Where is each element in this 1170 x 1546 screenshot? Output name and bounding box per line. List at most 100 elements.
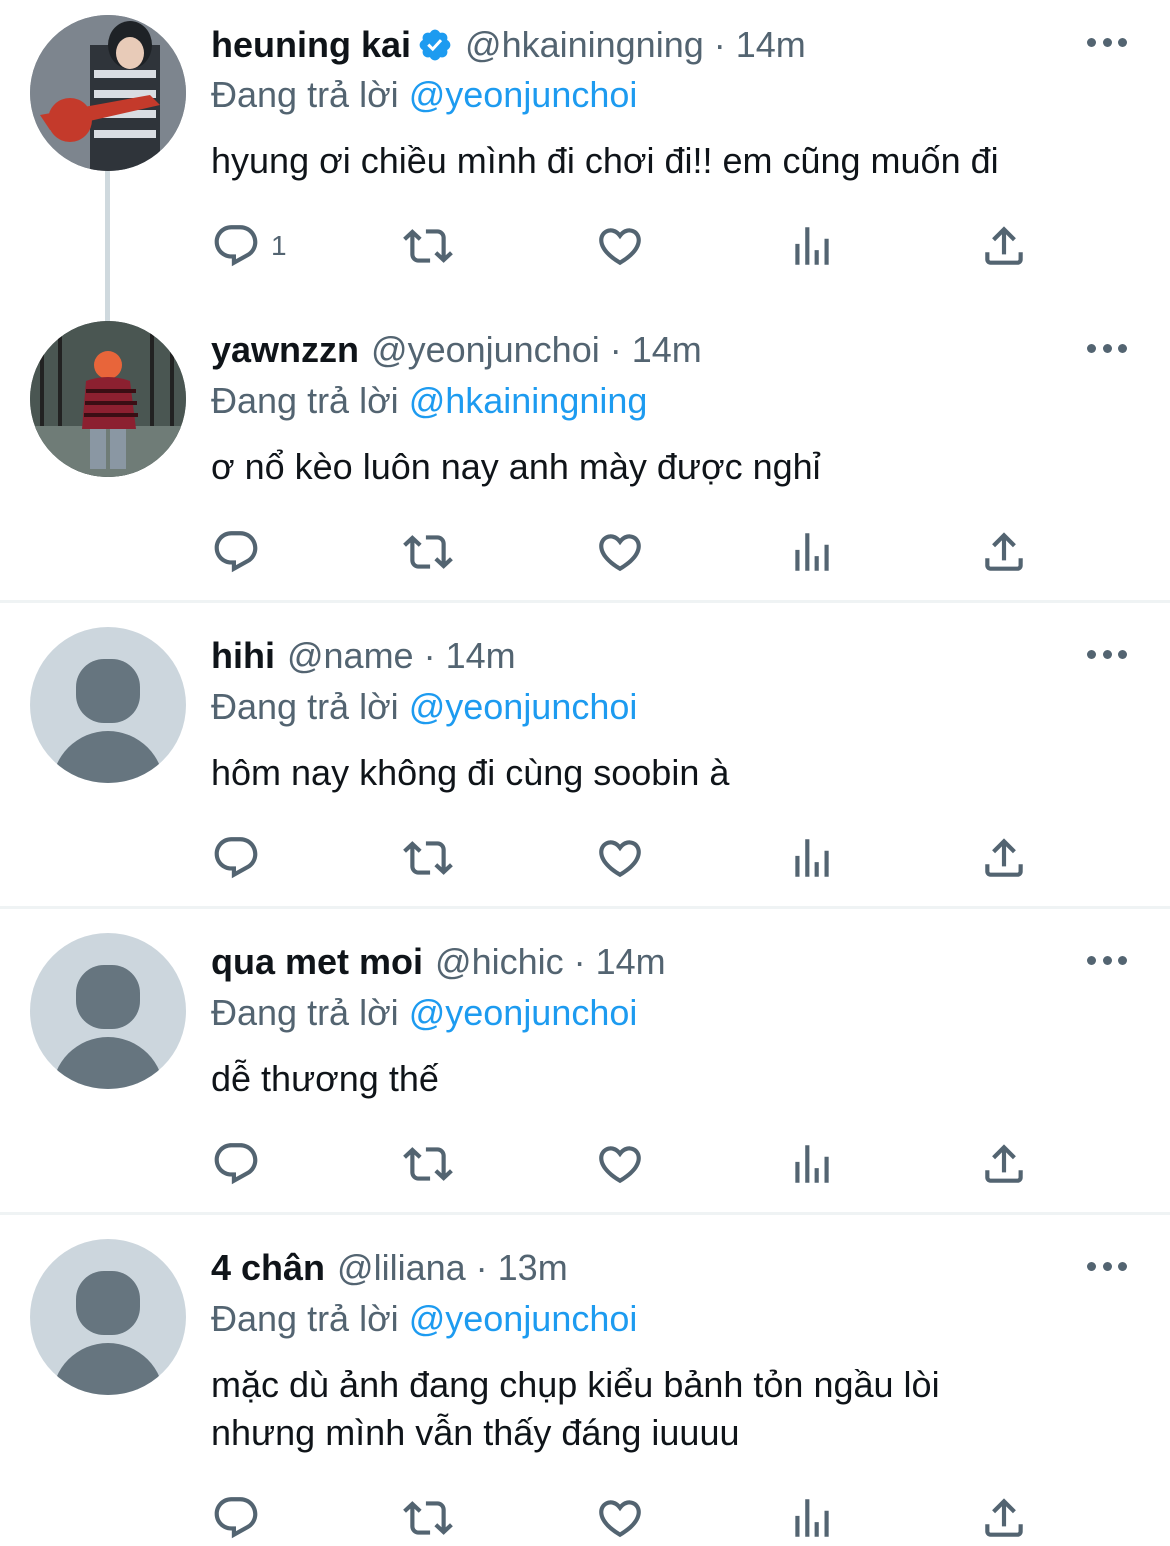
action-bar	[211, 830, 1041, 886]
tweet[interactable]: hihi @name · 14m Đang trả lời @yeonjunch…	[0, 606, 1170, 906]
like-icon	[595, 527, 645, 577]
reply-button[interactable]	[211, 1490, 261, 1546]
tweet[interactable]: yawnzzn @yeonjunchoi · 14m Đang trả lời …	[0, 306, 1170, 600]
retweet-button[interactable]	[403, 524, 453, 580]
more-icon[interactable]	[1087, 648, 1127, 660]
reply-button[interactable]: 1	[211, 218, 287, 274]
reply-mention-link[interactable]: @yeonjunchoi	[409, 74, 638, 115]
like-icon	[595, 221, 645, 271]
display-name[interactable]: heuning kai	[211, 24, 411, 66]
tweet[interactable]: 4 chân @liliana · 13m Đang trả lời @yeon…	[0, 1218, 1170, 1546]
analytics-button[interactable]	[787, 830, 837, 886]
like-button[interactable]	[595, 218, 645, 274]
action-bar	[211, 1136, 1041, 1192]
analytics-button[interactable]	[787, 524, 837, 580]
timestamp[interactable]: 14m	[596, 941, 666, 983]
action-bar	[211, 524, 1041, 580]
replying-to: Đang trả lời @yeonjunchoi	[211, 74, 637, 116]
timestamp[interactable]: 14m	[632, 329, 702, 371]
replying-to: Đang trả lời @yeonjunchoi	[211, 686, 637, 728]
share-button[interactable]	[979, 830, 1029, 886]
share-button[interactable]	[979, 218, 1029, 274]
reply-prefix: Đang trả lời	[211, 1298, 399, 1339]
retweet-icon	[403, 221, 453, 271]
default-avatar[interactable]	[30, 627, 186, 783]
reply-button[interactable]	[211, 830, 261, 886]
profile-photo	[30, 321, 186, 477]
reply-mention-link[interactable]: @hkainingning	[409, 380, 648, 421]
retweet-icon	[403, 527, 453, 577]
display-name[interactable]: qua met moi	[211, 941, 423, 983]
reply-mention-link[interactable]: @yeonjunchoi	[409, 1298, 638, 1339]
retweet-button[interactable]	[403, 218, 453, 274]
separator-dot: ·	[573, 941, 586, 982]
avatar-body	[52, 1037, 164, 1089]
timestamp[interactable]: 13m	[498, 1247, 568, 1289]
tweet-text: hyung ơi chiều mình đi chơi đi!! em cũng…	[211, 140, 999, 181]
share-icon	[979, 1139, 1029, 1189]
like-icon	[595, 1493, 645, 1543]
avatar-body	[52, 731, 164, 783]
like-button[interactable]	[595, 830, 645, 886]
analytics-icon	[787, 527, 837, 577]
handle[interactable]: @name	[287, 635, 414, 677]
tweet[interactable]: heuning kai @hkainingning · 14m Đang trả…	[0, 0, 1170, 306]
separator-dot: ·	[423, 635, 436, 676]
separator-dot: ·	[713, 24, 726, 65]
reply-prefix: Đang trả lời	[211, 74, 399, 115]
divider	[0, 906, 1170, 909]
avatar-head	[76, 1271, 140, 1335]
share-button[interactable]	[979, 1136, 1029, 1192]
display-name[interactable]: 4 chân	[211, 1247, 325, 1289]
reply-mention-link[interactable]: @yeonjunchoi	[409, 686, 638, 727]
avatar[interactable]	[30, 15, 186, 171]
like-icon	[595, 833, 645, 883]
share-button[interactable]	[979, 1490, 1029, 1546]
more-icon[interactable]	[1087, 954, 1127, 966]
action-bar	[211, 1490, 1041, 1546]
display-name[interactable]: yawnzzn	[211, 329, 359, 371]
reply-icon	[211, 833, 261, 883]
analytics-icon	[787, 1139, 837, 1189]
replying-to: Đang trả lời @hkainingning	[211, 380, 647, 422]
tweet-text-line-2: nhưng mình vẫn thấy đáng iuuuu	[211, 1412, 740, 1453]
share-button[interactable]	[979, 524, 1029, 580]
avatar[interactable]	[30, 321, 186, 477]
analytics-button[interactable]	[787, 218, 837, 274]
retweet-icon	[403, 833, 453, 883]
reply-icon	[211, 1493, 261, 1543]
handle[interactable]: @yeonjunchoi	[371, 329, 600, 371]
timestamp[interactable]: 14m	[736, 24, 806, 66]
reply-button[interactable]	[211, 1136, 261, 1192]
analytics-button[interactable]	[787, 1136, 837, 1192]
analytics-icon	[787, 1493, 837, 1543]
more-icon[interactable]	[1087, 1260, 1127, 1272]
like-button[interactable]	[595, 524, 645, 580]
default-avatar[interactable]	[30, 933, 186, 1089]
retweet-button[interactable]	[403, 1490, 453, 1546]
reply-button[interactable]	[211, 524, 271, 580]
timestamp[interactable]: 14m	[446, 635, 516, 677]
profile-photo	[30, 15, 186, 171]
handle[interactable]: @liliana	[337, 1247, 466, 1289]
default-avatar[interactable]	[30, 1239, 186, 1395]
divider	[0, 1212, 1170, 1215]
more-icon[interactable]	[1087, 36, 1127, 48]
tweet-text-line-1: mặc dù ảnh đang chụp kiểu bảnh tỏn ngầu …	[211, 1364, 940, 1405]
tweet[interactable]: qua met moi @hichic · 14m Đang trả lời @…	[0, 912, 1170, 1212]
handle[interactable]: @hichic	[435, 941, 564, 983]
reply-mention-link[interactable]: @yeonjunchoi	[409, 992, 638, 1033]
retweet-button[interactable]	[403, 1136, 453, 1192]
analytics-button[interactable]	[787, 1490, 837, 1546]
handle[interactable]: @hkainingning	[465, 24, 704, 66]
display-name[interactable]: hihi	[211, 635, 275, 677]
reply-icon	[211, 527, 261, 577]
retweet-button[interactable]	[403, 830, 453, 886]
analytics-icon	[787, 221, 837, 271]
like-button[interactable]	[595, 1136, 645, 1192]
more-icon[interactable]	[1087, 342, 1127, 354]
like-button[interactable]	[595, 1490, 645, 1546]
reply-prefix: Đang trả lời	[211, 380, 399, 421]
tweet-text: ơ nổ kèo luôn nay anh mày được nghỉ	[211, 446, 821, 487]
share-icon	[979, 1493, 1029, 1543]
